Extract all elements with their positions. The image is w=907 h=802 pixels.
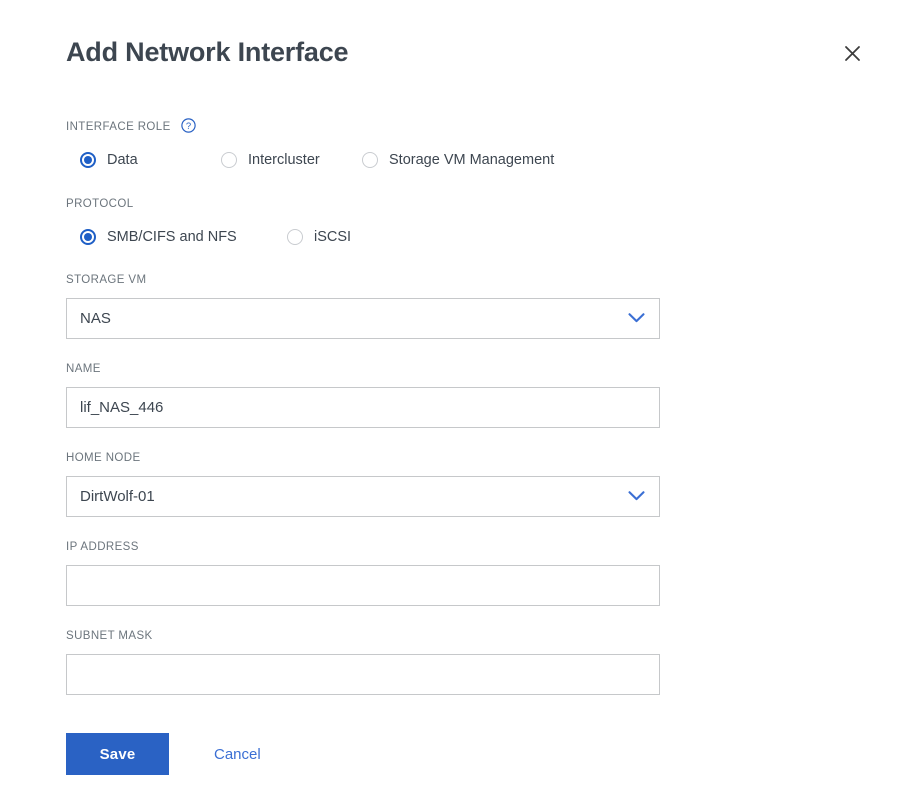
field-ip-address: IP ADDRESS — [66, 538, 660, 606]
protocol-label: PROTOCOL — [66, 197, 134, 211]
field-interface-role: INTERFACE ROLE ? Data Intercluster — [66, 118, 196, 171]
dialog-header: Add Network Interface — [0, 0, 907, 100]
radio-label: Intercluster — [248, 151, 320, 169]
radio-option-intercluster[interactable]: Intercluster — [221, 149, 320, 171]
radio-option-iscsi[interactable]: iSCSI — [287, 226, 351, 248]
interface-role-options: Data Intercluster Storage VM Management — [66, 149, 196, 171]
radio-label: Storage VM Management — [389, 151, 554, 169]
radio-mark — [287, 229, 303, 245]
chevron-down-icon — [628, 477, 645, 516]
radio-label: SMB/CIFS and NFS — [107, 228, 237, 246]
dialog-body: INTERFACE ROLE ? Data Intercluster — [0, 100, 907, 802]
chevron-down-icon — [628, 299, 645, 338]
field-name: NAME — [66, 360, 660, 428]
name-input[interactable] — [66, 387, 660, 428]
field-storage-vm: STORAGE VM NAS — [66, 271, 660, 339]
home-node-label: HOME NODE — [66, 451, 141, 465]
close-icon — [844, 45, 861, 62]
home-node-select[interactable]: DirtWolf-01 — [66, 476, 660, 517]
ip-address-input[interactable] — [66, 565, 660, 606]
radio-mark — [80, 229, 96, 245]
interface-role-label: INTERFACE ROLE — [66, 120, 171, 134]
radio-mark — [80, 152, 96, 168]
ip-address-label: IP ADDRESS — [66, 540, 139, 554]
svg-text:?: ? — [186, 121, 191, 132]
dialog-footer: Save Cancel — [66, 733, 261, 775]
subnet-mask-label: SUBNET MASK — [66, 629, 153, 643]
cancel-button[interactable]: Cancel — [214, 746, 261, 763]
storage-vm-select[interactable]: NAS — [66, 298, 660, 339]
name-label: NAME — [66, 362, 101, 376]
radio-mark — [221, 152, 237, 168]
radio-option-smb-cifs-and-nfs[interactable]: SMB/CIFS and NFS — [80, 226, 237, 248]
close-button[interactable] — [837, 38, 867, 68]
save-button[interactable]: Save — [66, 733, 169, 775]
subnet-mask-input[interactable] — [66, 654, 660, 695]
help-circle-icon[interactable]: ? — [181, 118, 196, 133]
storage-vm-value: NAS — [80, 310, 111, 327]
radio-mark — [362, 152, 378, 168]
page-title: Add Network Interface — [66, 33, 348, 71]
field-home-node: HOME NODE DirtWolf-01 — [66, 449, 660, 517]
home-node-value: DirtWolf-01 — [80, 488, 155, 505]
field-subnet-mask: SUBNET MASK — [66, 627, 660, 695]
field-protocol: PROTOCOL SMB/CIFS and NFS iSCSI — [66, 195, 134, 248]
radio-label: Data — [107, 151, 138, 169]
radio-option-storage-vm-management[interactable]: Storage VM Management — [362, 149, 554, 171]
protocol-options: SMB/CIFS and NFS iSCSI — [66, 226, 134, 248]
add-network-interface-dialog: Add Network Interface INTERFACE ROLE ? — [0, 0, 907, 802]
radio-label: iSCSI — [314, 228, 351, 246]
storage-vm-label: STORAGE VM — [66, 273, 146, 287]
radio-option-data[interactable]: Data — [80, 149, 138, 171]
